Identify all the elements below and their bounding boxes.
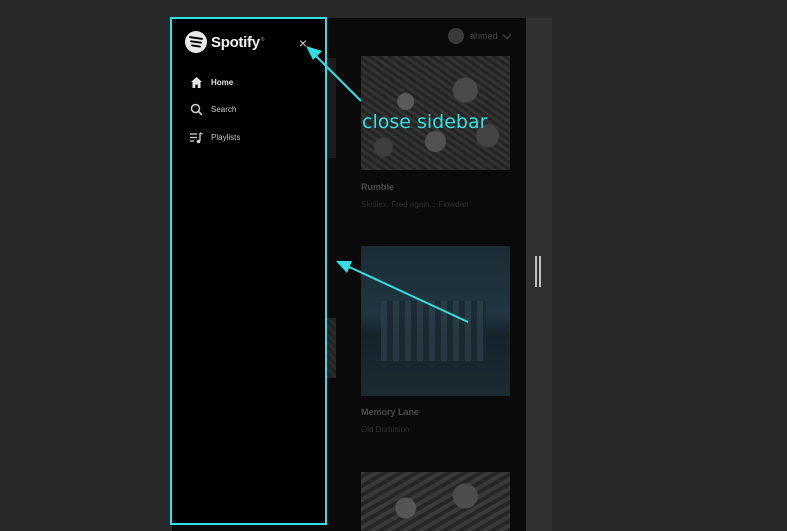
home-icon <box>189 75 203 89</box>
card-subtitle: Skrillex, Fred again.., Flowdan <box>361 200 469 209</box>
spotify-logo-icon <box>185 31 207 53</box>
annotation-label: close sidebar <box>362 111 488 133</box>
sidebar-item-label: Search <box>211 104 237 114</box>
card-title[interactable]: Memory Lane <box>361 407 419 417</box>
card-title[interactable]: Rumble <box>361 182 394 192</box>
close-icon: × <box>298 35 308 51</box>
spotify-logo[interactable]: Spotify ® <box>185 31 264 53</box>
trademark-mark: ® <box>260 37 265 43</box>
album-cover[interactable] <box>361 472 510 531</box>
search-icon <box>189 102 203 116</box>
playlists-icon <box>189 130 203 144</box>
sidebar-item-label: Playlists <box>211 132 241 142</box>
scrollbar-handle[interactable] <box>535 256 541 287</box>
card-subtitle: Old Dominion <box>361 425 410 434</box>
user-name: ahmed <box>470 31 498 41</box>
close-sidebar-button[interactable]: × <box>296 36 310 50</box>
sidebar-item-label: Home <box>211 77 234 87</box>
logo-text: Spotify <box>211 33 260 51</box>
album-cover-memory-lane[interactable] <box>361 246 510 396</box>
sidebar-item-playlists[interactable]: Playlists <box>189 130 240 144</box>
avatar <box>448 28 464 44</box>
chevron-down-icon <box>502 30 511 39</box>
sidebar: Spotify ® × Home Search Playlists <box>170 17 327 525</box>
user-menu[interactable]: ahmed <box>448 28 511 44</box>
sidebar-item-search[interactable]: Search <box>189 102 236 116</box>
sidebar-item-home[interactable]: Home <box>189 75 233 89</box>
